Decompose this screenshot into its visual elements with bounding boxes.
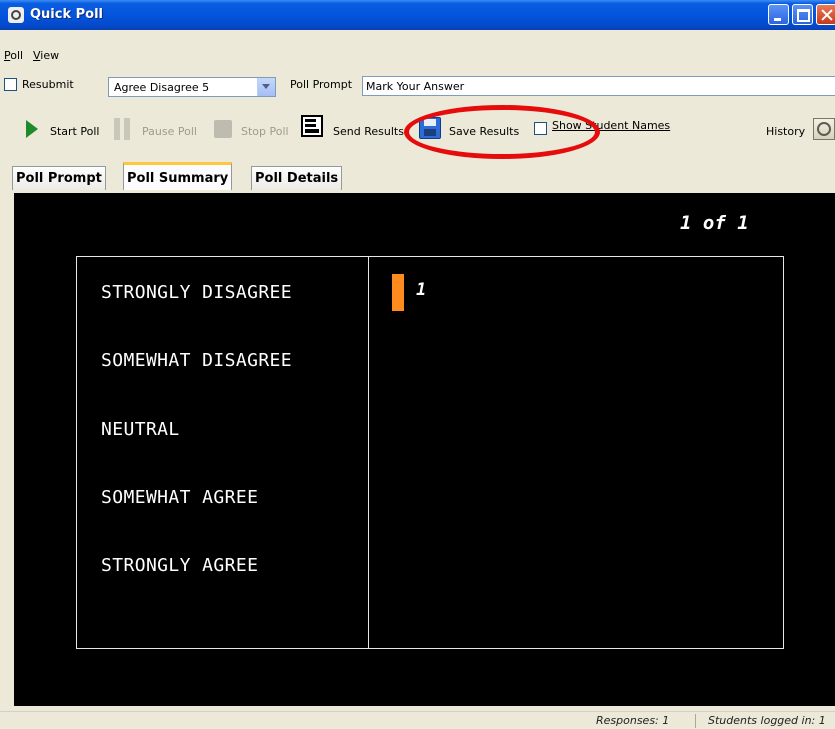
menu-poll[interactable]: Poll	[4, 49, 23, 62]
students-status: Students logged in: 1	[708, 714, 826, 727]
save-results-button[interactable]: Save Results	[449, 125, 519, 138]
settings-row: Resubmit Agree Disagree 5 Poll Prompt Ma…	[0, 72, 835, 98]
show-names-checkbox[interactable]	[534, 122, 547, 135]
stop-poll-button[interactable]: Stop Poll	[241, 125, 289, 138]
answer-label: STRONGLY AGREE	[101, 555, 259, 576]
tab-bar: Poll Prompt Poll Summary Poll Details	[0, 162, 835, 190]
show-names-label[interactable]: Show Student Names	[552, 119, 670, 132]
send-results-icon[interactable]	[301, 115, 323, 137]
resubmit-checkbox[interactable]	[4, 78, 17, 91]
minimize-button[interactable]	[768, 4, 789, 25]
tab-poll-prompt[interactable]: Poll Prompt	[12, 166, 106, 190]
answer-label: SOMEWHAT DISAGREE	[101, 350, 293, 371]
resubmit-label: Resubmit	[22, 78, 74, 91]
results-divider	[368, 256, 369, 649]
page-counter: 1 of 1	[680, 212, 749, 234]
window-title: Quick Poll	[30, 7, 104, 22]
history-button[interactable]: History	[766, 125, 805, 138]
maximize-button[interactable]	[792, 4, 813, 25]
close-button[interactable]	[816, 4, 835, 25]
result-count: 1	[416, 280, 427, 300]
results-grid	[76, 256, 784, 649]
send-results-button[interactable]: Send Results	[333, 125, 404, 138]
pause-poll-button[interactable]: Pause Poll	[142, 125, 197, 138]
title-bar[interactable]: Quick Poll	[0, 0, 835, 30]
poll-prompt-input[interactable]: Mark Your Answer	[362, 76, 835, 96]
poll-type-select[interactable]: Agree Disagree 5	[108, 77, 276, 97]
status-separator	[695, 714, 696, 728]
chevron-down-icon[interactable]	[257, 78, 275, 96]
menu-bar: Poll View	[0, 46, 835, 66]
tab-poll-details[interactable]: Poll Details	[251, 166, 343, 190]
pause-icon[interactable]	[114, 118, 132, 140]
start-poll-button[interactable]: Start Poll	[50, 125, 99, 138]
responses-status: Responses: 1	[596, 714, 670, 727]
answer-label: NEUTRAL	[101, 419, 180, 440]
save-icon[interactable]	[419, 117, 441, 139]
poll-type-value: Agree Disagree 5	[114, 81, 210, 94]
app-icon	[8, 7, 24, 23]
tab-poll-summary[interactable]: Poll Summary	[123, 162, 233, 190]
poll-prompt-label: Poll Prompt	[290, 78, 353, 91]
answer-label: SOMEWHAT AGREE	[101, 487, 259, 508]
play-icon[interactable]	[26, 120, 38, 138]
status-bar: Responses: 1 Students logged in: 1	[0, 711, 835, 729]
answer-label: STRONGLY DISAGREE	[101, 282, 293, 303]
menu-view[interactable]: View	[33, 49, 59, 62]
result-bar	[392, 274, 404, 311]
stop-icon[interactable]	[214, 120, 232, 138]
history-icon[interactable]	[813, 118, 835, 140]
